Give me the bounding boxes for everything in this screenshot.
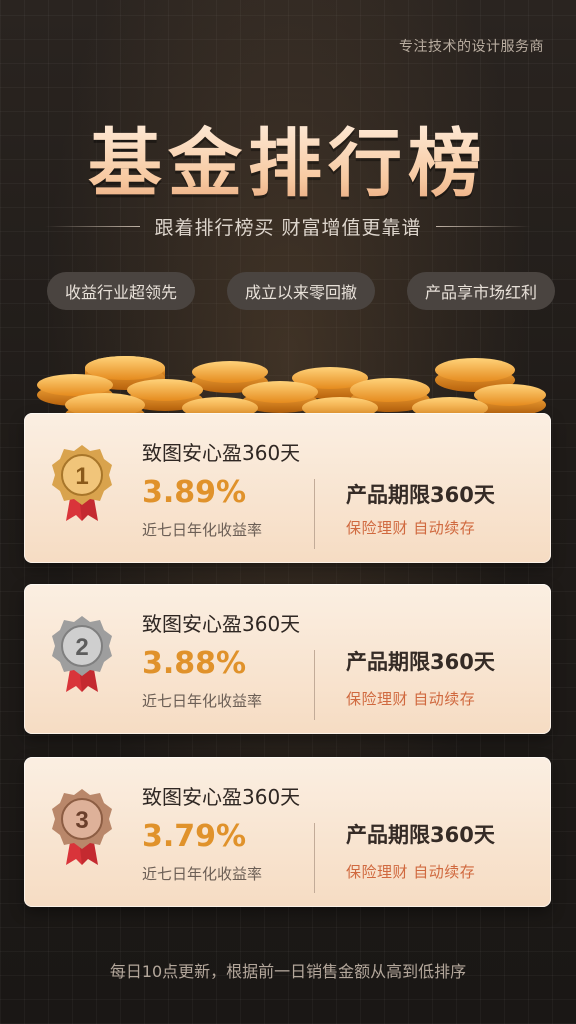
subtitle-divider-left [45,225,141,227]
card-divider [314,823,315,893]
medal-rank: 1 [75,463,88,490]
feature-pill: 成立以来零回撤 [227,272,376,310]
card-divider [314,650,315,720]
update-note: 每日10点更新，根据前一日销售金额从高到低排序 [109,962,467,981]
fund-term: 产品期限360天 [346,650,495,674]
fund-yield: 3.89% [142,475,247,510]
page-subtitle: 跟着排行榜买 财富增值更靠谱 [154,216,422,239]
bronze-medal-icon: 3 [52,789,112,865]
page-title: 基金排行榜 [0,104,576,211]
feature-pill: 收益行业超领先 [47,272,196,310]
medal-rank: 2 [75,634,88,661]
fund-yield-label: 近七日年化收益率 [142,692,263,710]
card-divider [314,479,315,549]
fund-yield: 3.88% [142,646,247,681]
fund-yield-label: 近七日年化收益率 [142,521,263,539]
fund-features: 保险理财 自动续存 [346,519,476,537]
feature-pill: 产品享市场红利 [407,272,556,310]
fund-term: 产品期限360天 [346,483,495,507]
fund-features: 保险理财 自动续存 [346,690,476,708]
medal-rank: 3 [75,807,88,834]
fund-yield: 3.79% [142,819,247,854]
brand-tagline: 专注技术的设计服务商 [399,39,544,55]
fund-name: 致图安心盈360天 [142,785,301,809]
rank-card-3[interactable]: 3 致图安心盈360天 3.79% 近七日年化收益率 产品期限360天 保险理财… [24,757,551,907]
subtitle-divider-right [435,225,531,227]
fund-term: 产品期限360天 [346,823,495,847]
fund-name: 致图安心盈360天 [142,441,301,465]
fund-yield-label: 近七日年化收益率 [142,865,263,883]
fund-features: 保险理财 自动续存 [346,863,476,881]
fund-name: 致图安心盈360天 [142,612,301,636]
rank-card-1[interactable]: 1 致图安心盈360天 3.89% 近七日年化收益率 产品期限360天 保险理财… [24,413,551,563]
feature-pills: 收益行业超领先 成立以来零回撤 产品享市场红利 [47,272,556,310]
rank-card-2[interactable]: 2 致图安心盈360天 3.88% 近七日年化收益率 产品期限360天 保险理财… [24,584,551,734]
gold-medal-icon: 1 [52,445,112,521]
silver-medal-icon: 2 [52,616,112,692]
subtitle-row: 跟着排行榜买 财富增值更靠谱 [0,212,576,240]
